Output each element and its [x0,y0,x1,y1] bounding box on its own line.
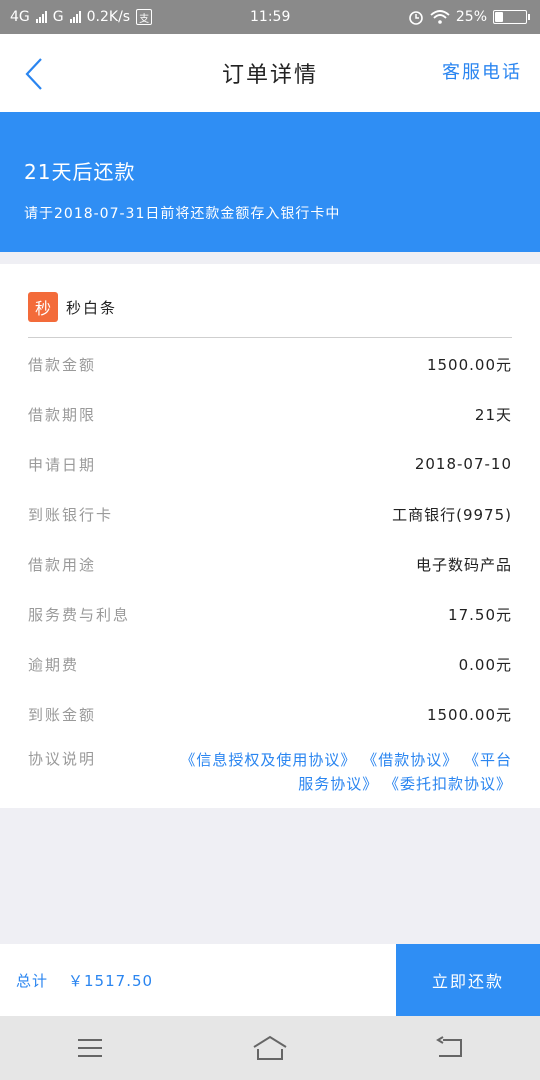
customer-service-button[interactable]: 客服电话 [442,58,522,84]
return-icon [436,1036,462,1057]
detail-label: 服务费与利息 [28,605,131,624]
signal-icon-2 [69,11,81,23]
repay-now-button[interactable]: 立即还款 [396,944,540,1016]
detail-row: 服务费与利息 17.50元 [28,598,512,630]
agreement-label: 协议说明 [28,750,97,768]
detail-row: 申请日期 2018-07-10 [28,448,512,480]
detail-row: 借款期限 21天 [28,398,512,430]
agreement-row: 协议说明 《信息授权及使用协议》 《借款协议》 《平台服务协议》 《委托扣款协议… [28,748,512,796]
detail-label: 逾期费 [28,655,80,674]
total-value: ￥1517.50 [68,971,154,990]
detail-label: 借款用途 [28,555,97,574]
detail-value: 21天 [474,405,512,424]
loan-agreement-link[interactable]: 《借款协议》 [362,751,458,769]
debit-authorization-agreement-link[interactable]: 《委托扣款协议》 [384,775,512,793]
page-title: 订单详情 [221,63,318,88]
home-icon [253,1035,287,1060]
detail-row: 到账金额 1500.00元 [28,698,512,730]
alarm-icon [409,11,423,25]
repayment-countdown: 21天后还款 [24,160,136,184]
pay-app-icon: 支 [136,9,153,25]
detail-label: 申请日期 [28,455,97,474]
back-button[interactable] [14,54,54,94]
detail-value: 工商银行(9975) [392,505,512,524]
menu-button[interactable] [60,1028,120,1068]
battery-percent: 25% [455,9,487,25]
agreement-links: 《信息授权及使用协议》 《借款协议》 《平台服务协议》 《委托扣款协议》 [172,748,512,796]
home-button[interactable] [240,1028,300,1068]
brand-name: 秒白条 [66,298,118,317]
system-back-button[interactable] [420,1028,480,1068]
network-type-2: G [52,9,64,25]
detail-label: 借款金额 [28,355,97,374]
menu-icon [78,1039,102,1057]
system-nav-bar [0,1016,540,1080]
info-authorization-agreement-link[interactable]: 《信息授权及使用协议》 [180,751,356,769]
chevron-left-icon [25,58,42,90]
detail-row: 到账银行卡 工商银行(9975) [28,498,512,530]
repayment-instruction: 请于2018-07-31日前将还款金额存入银行卡中 [24,206,341,222]
detail-value: 0.00元 [458,655,512,674]
nav-bar: 订单详情 客服电话 [0,34,540,112]
detail-value: 17.50元 [448,605,512,624]
repayment-banner: 21天后还款 请于2018-07-31日前将还款金额存入银行卡中 [0,112,540,252]
divider [28,337,512,338]
status-left: 4G G 0.2K/s 支 [10,9,153,25]
network-type-1: 4G [10,9,30,25]
detail-value: 1500.00元 [426,705,512,724]
total-label: 总计 [16,971,49,990]
footer-bar: 总计 ￥1517.50 立即还款 [0,944,540,1016]
status-right: 25% [408,9,530,25]
detail-row: 借款用途 电子数码产品 [28,548,512,580]
detail-label: 借款期限 [28,405,97,424]
detail-row: 借款金额 1500.00元 [28,348,512,380]
detail-value: 电子数码产品 [415,555,512,574]
signal-icon [35,11,47,23]
detail-label: 到账银行卡 [28,505,114,524]
battery-icon [493,10,530,24]
total-summary: 总计 ￥1517.50 [16,970,153,991]
order-details-card: 秒 秒白条 借款金额 1500.00元 借款期限 21天 申请日期 2018-0… [0,264,540,808]
network-speed: 0.2K/s [86,9,131,25]
detail-label: 到账金额 [28,705,97,724]
status-time: 11:59 [250,9,291,25]
brand-logo-icon: 秒 [28,292,58,322]
detail-value: 2018-07-10 [414,455,512,473]
wifi-icon [430,10,450,24]
brand-header: 秒 秒白条 [28,292,117,322]
status-bar: 4G G 0.2K/s 支 11:59 25% [0,0,540,34]
detail-value: 1500.00元 [426,355,512,374]
detail-row: 逾期费 0.00元 [28,648,512,680]
